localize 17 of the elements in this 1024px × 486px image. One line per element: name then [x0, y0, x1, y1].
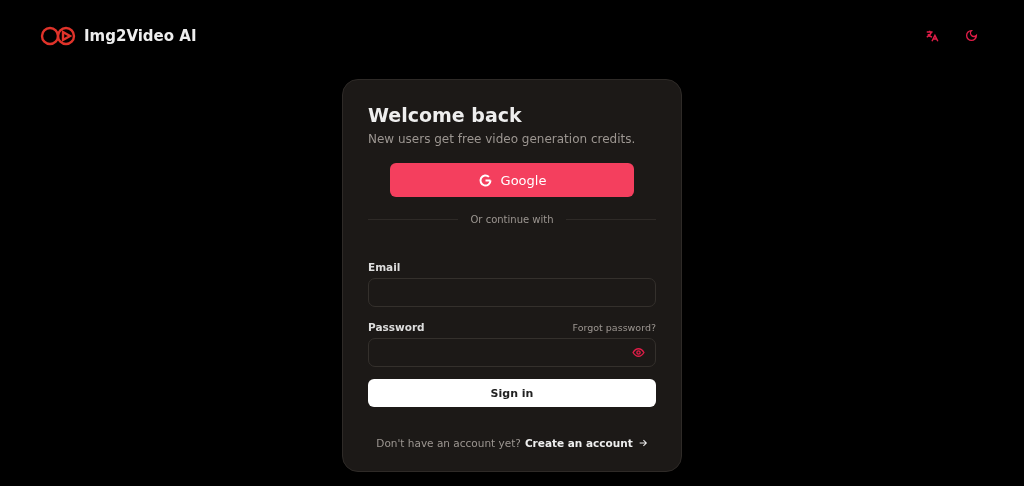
footer-text: Don't have an account yet?: [376, 437, 521, 449]
brand-name: Img2Video AI: [84, 27, 197, 45]
field-label: Email: [368, 261, 401, 273]
field-label: Password: [368, 321, 425, 333]
logo-icon: [40, 25, 76, 47]
password-field[interactable]: [368, 338, 656, 367]
card-title: Welcome back: [368, 104, 523, 126]
divider-text: Or continue with: [470, 214, 554, 225]
google-button[interactable]: Google: [390, 163, 634, 197]
arrow-icon: [637, 438, 648, 448]
create-account-link[interactable]: Create an account: [524, 437, 648, 449]
sign-in-button[interactable]: Sign in: [368, 379, 656, 407]
card-subtitle: New users get free video generation credits.: [368, 132, 637, 146]
google-icon: [477, 172, 493, 188]
forgot-password-link[interactable]: Forgot password?: [572, 321, 656, 333]
email-field[interactable]: [368, 278, 656, 307]
eye-icon[interactable]: [632, 346, 645, 359]
